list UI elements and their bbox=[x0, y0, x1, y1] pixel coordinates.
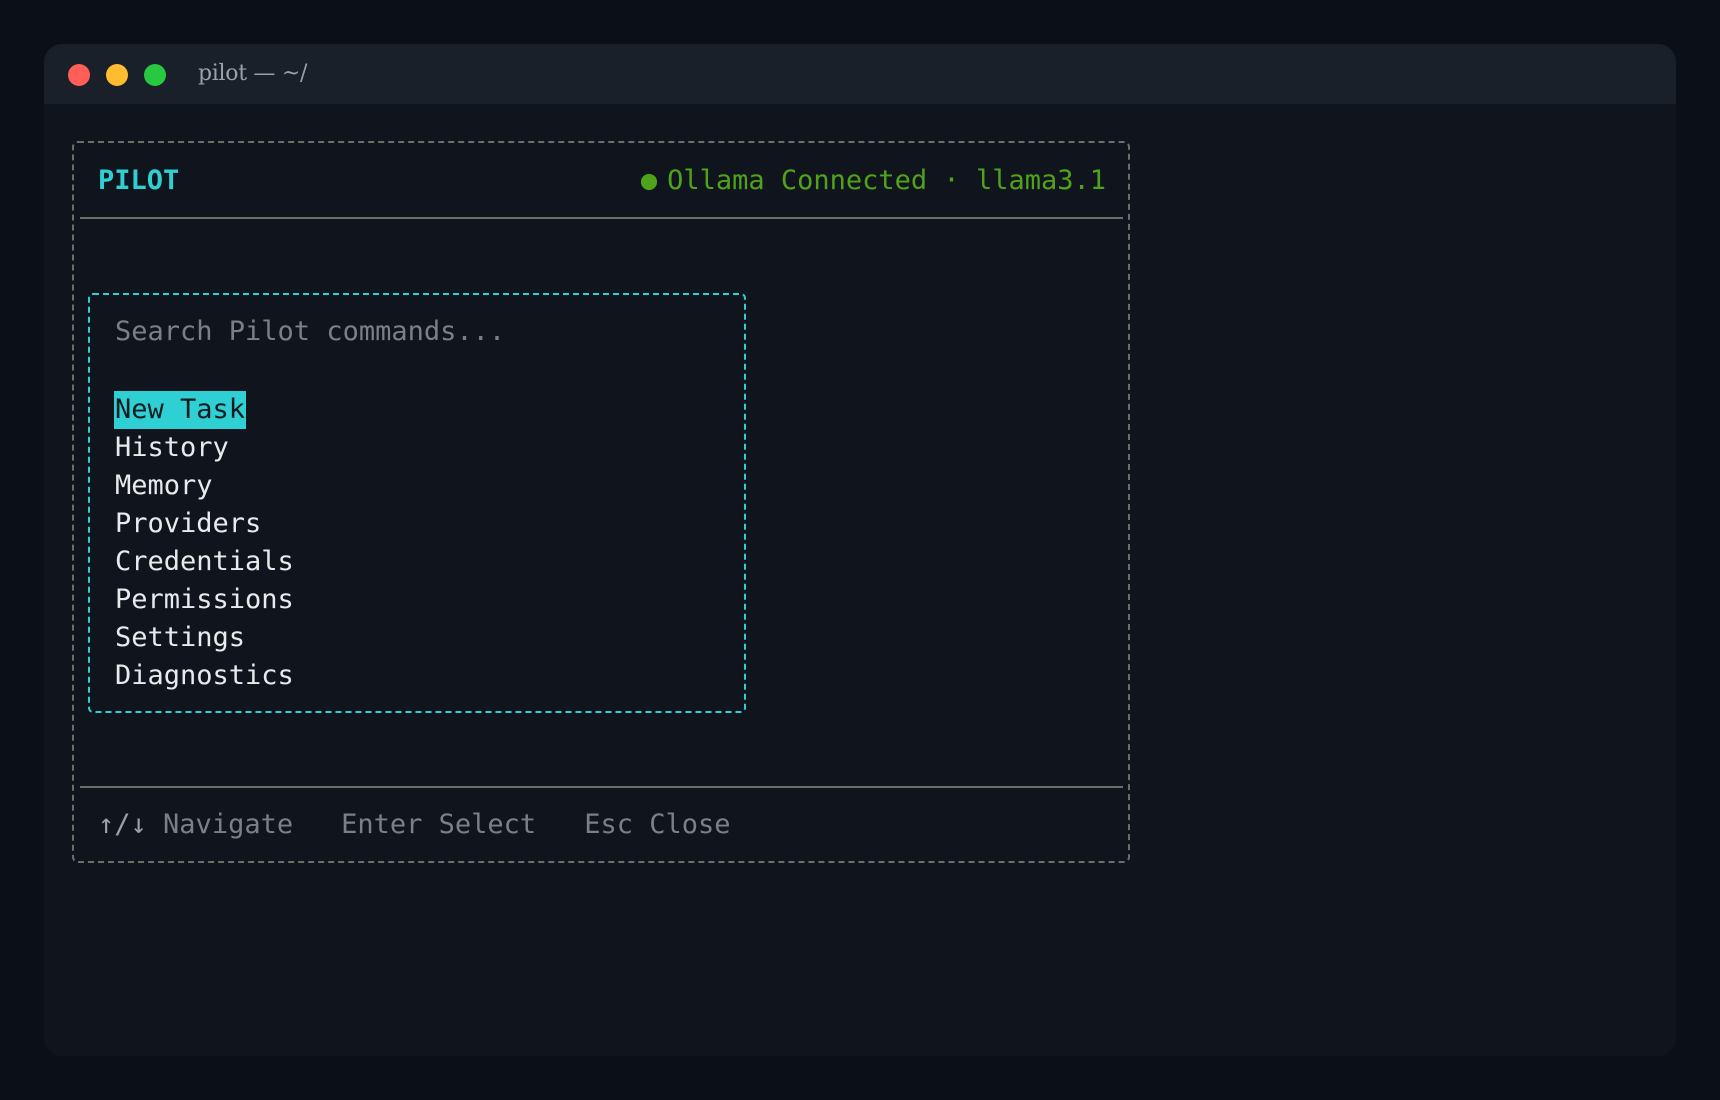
command-item-memory[interactable]: Memory bbox=[114, 467, 295, 505]
header-divider bbox=[80, 217, 1123, 219]
footer-divider bbox=[80, 786, 1123, 788]
title-bar: pilot — ~/ bbox=[44, 44, 1676, 104]
keybinding-hints: ↑/↓ Navigate Enter Select Esc Close bbox=[98, 808, 779, 842]
command-item-diagnostics[interactable]: Diagnostics bbox=[114, 657, 295, 695]
command-item-new-task[interactable]: New Task bbox=[114, 391, 295, 429]
hint-close: Esc Close bbox=[584, 809, 731, 840]
hint-select: Enter Select bbox=[341, 809, 537, 840]
close-window-button[interactable] bbox=[68, 64, 90, 86]
command-list: New Task History Memory Providers Creden… bbox=[114, 391, 295, 695]
minimize-window-button[interactable] bbox=[106, 64, 128, 86]
maximize-window-button[interactable] bbox=[144, 64, 166, 86]
command-item-permissions[interactable]: Permissions bbox=[114, 581, 295, 619]
hint-navigate: ↑/↓ Navigate bbox=[98, 809, 294, 840]
window-title: pilot — ~/ bbox=[198, 61, 308, 86]
command-search-input[interactable]: Search Pilot commands... bbox=[115, 315, 505, 349]
command-item-history[interactable]: History bbox=[114, 429, 295, 467]
command-item-settings[interactable]: Settings bbox=[114, 619, 295, 657]
command-item-providers[interactable]: Providers bbox=[114, 505, 295, 543]
status-dot-icon: ● bbox=[640, 165, 658, 196]
status-text: Ollama Connected · llama3.1 bbox=[667, 165, 1106, 196]
command-item-credentials[interactable]: Credentials bbox=[114, 543, 295, 581]
connection-status: ● Ollama Connected · llama3.1 bbox=[641, 164, 1106, 198]
app-title: PILOT bbox=[98, 165, 180, 196]
